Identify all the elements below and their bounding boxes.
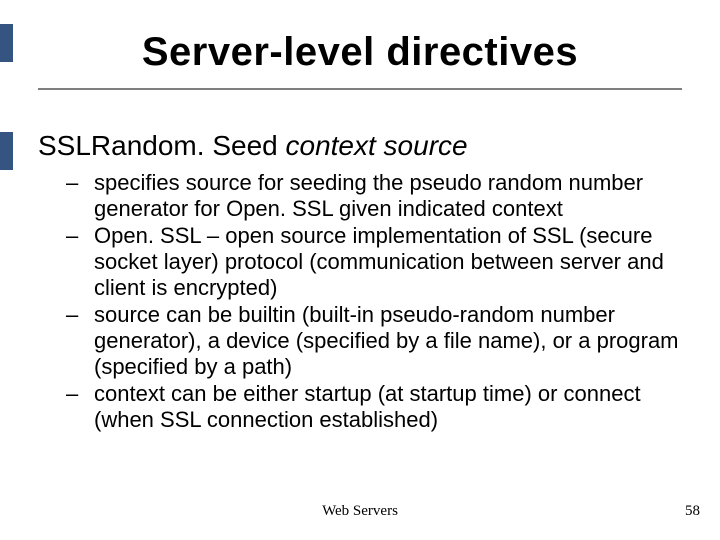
slide: Server-level directives SSLRandom. Seed … [0,0,720,540]
bullet-list: specifies source for seeding the pseudo … [38,170,682,433]
slide-title: Server-level directives [0,30,720,75]
page-number: 58 [685,503,700,520]
list-item: context can be either startup (at startu… [94,381,682,433]
directive-name: SSLRandom. Seed [38,130,278,161]
title-area: Server-level directives [0,30,720,75]
list-item: specifies source for seeding the pseudo … [94,170,682,222]
list-item: Open. SSL – open source implementation o… [94,223,682,301]
footer-title: Web Servers [0,503,720,520]
accent-bar-mid [0,132,13,170]
list-item: source can be builtin (built-in pseudo-r… [94,302,682,380]
directive-args: context source [286,130,468,161]
directive-heading: SSLRandom. Seed context source [38,130,682,162]
title-underline [38,88,682,90]
content-area: SSLRandom. Seed context source specifies… [38,130,682,434]
